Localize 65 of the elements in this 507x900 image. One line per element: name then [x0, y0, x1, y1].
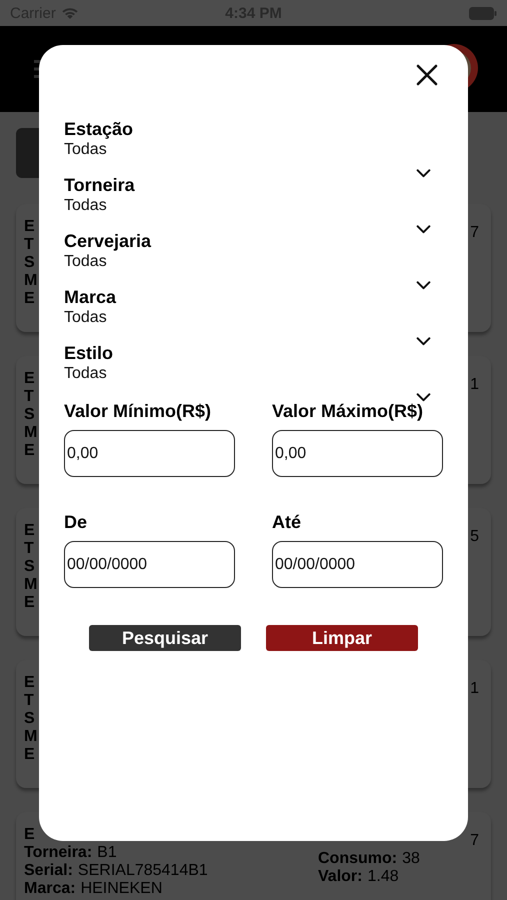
- field-value: 5: [470, 528, 479, 546]
- chevron-icon[interactable]: [416, 393, 431, 402]
- date-field[interactable]: 00/00/0000: [272, 541, 443, 588]
- dropdown-value[interactable]: Todas: [64, 140, 107, 159]
- chevron-icon[interactable]: [416, 337, 431, 346]
- chevron-icon[interactable]: [416, 225, 431, 234]
- field-label: S: [24, 406, 35, 424]
- chevron-icon[interactable]: [416, 169, 431, 178]
- field-value: B1: [97, 844, 117, 862]
- field-label: De: [64, 511, 88, 533]
- close-button[interactable]: [416, 64, 438, 86]
- chevron-icon[interactable]: [416, 281, 431, 290]
- input-field[interactable]: 0,00: [64, 430, 235, 477]
- field-value: 1.48: [367, 868, 399, 886]
- field-value: HEINEKEN: [80, 880, 162, 898]
- field-label: S: [24, 254, 35, 272]
- field-label: E: [24, 826, 35, 844]
- dropdown-value[interactable]: Todas: [64, 252, 107, 271]
- close-icon: [416, 64, 438, 86]
- dropdown-value[interactable]: Todas: [64, 364, 107, 383]
- field-label: T: [24, 388, 34, 406]
- field-label: M: [24, 576, 38, 594]
- search-button[interactable]: Pesquisar: [89, 625, 241, 651]
- field-label: E: [24, 746, 35, 764]
- field-label: Valor Máximo(R$): [272, 400, 424, 422]
- field-value: 38: [402, 850, 420, 868]
- field-label: T: [24, 692, 34, 710]
- field-label: Serial:: [24, 862, 73, 880]
- field-label: E: [24, 290, 35, 308]
- field-label: T: [24, 236, 34, 254]
- field-label: Valor Mínimo(R$): [64, 400, 212, 422]
- field-label: E: [24, 522, 35, 540]
- field-label: E: [24, 674, 35, 692]
- field-label: E: [24, 218, 35, 236]
- field-label: T: [24, 540, 34, 558]
- field-label: M: [24, 728, 38, 746]
- field-label: Marca:: [24, 880, 76, 898]
- field-value: 7: [470, 224, 479, 242]
- field-label: S: [24, 558, 35, 576]
- field-value: 1: [470, 376, 479, 394]
- dropdown-label: Marca: [64, 286, 118, 308]
- dropdown-label: Estilo: [64, 342, 114, 364]
- field-value: 1: [470, 680, 479, 698]
- field-label: M: [24, 424, 38, 442]
- field-value: SERIAL785414B1: [78, 862, 208, 880]
- field-label: Consumo:: [318, 850, 398, 868]
- dropdown-value[interactable]: Todas: [64, 308, 107, 327]
- field-label: E: [24, 594, 35, 612]
- dropdown-value[interactable]: Todas: [64, 196, 107, 215]
- battery-icon: [469, 6, 497, 20]
- field-label: Torneira:: [24, 844, 92, 862]
- field-label: M: [24, 272, 38, 290]
- date-field[interactable]: 00/00/0000: [64, 541, 235, 588]
- field-label: Valor:: [318, 868, 362, 886]
- field-label: E: [24, 370, 35, 388]
- input-field[interactable]: 0,00: [272, 430, 443, 477]
- dropdown-label: Cervejaria: [64, 230, 152, 252]
- field-value: 7: [470, 832, 479, 850]
- dropdown-label: Torneira: [64, 174, 136, 196]
- field-label: E: [24, 442, 35, 460]
- dropdown-label: Estação: [64, 118, 134, 140]
- field-label: Até: [272, 511, 302, 533]
- wifi-icon: [60, 6, 79, 20]
- field-label: S: [24, 710, 35, 728]
- clear-button[interactable]: Limpar: [266, 625, 418, 651]
